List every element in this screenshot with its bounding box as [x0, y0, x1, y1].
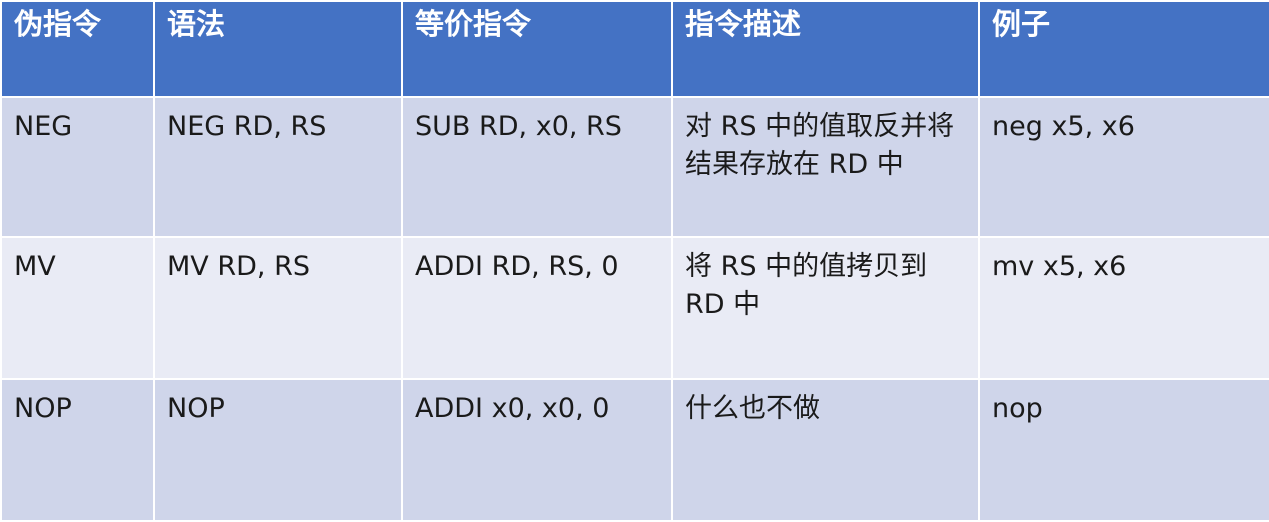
cell-syntax: MV RD, RS: [153, 236, 403, 380]
header-pseudo-instruction: 伪指令: [0, 0, 155, 98]
table-row: NEG NEG RD, RS SUB RD, x0, RS 对 RS 中的值取反…: [0, 96, 1269, 238]
table-row: MV MV RD, RS ADDI RD, RS, 0 将 RS 中的值拷贝到 …: [0, 236, 1269, 380]
cell-description: 对 RS 中的值取反并将结果存放在 RD 中: [671, 96, 980, 238]
cell-example: neg x5, x6: [978, 96, 1269, 238]
cell-equivalent: SUB RD, x0, RS: [401, 96, 673, 238]
table-row: NOP NOP ADDI x0, x0, 0 什么也不做 nop: [0, 378, 1269, 522]
header-syntax: 语法: [153, 0, 403, 98]
cell-syntax: NOP: [153, 378, 403, 522]
cell-description: 什么也不做: [671, 378, 980, 522]
cell-syntax: NEG RD, RS: [153, 96, 403, 238]
cell-description: 将 RS 中的值拷贝到 RD 中: [671, 236, 980, 380]
cell-equivalent: ADDI RD, RS, 0: [401, 236, 673, 380]
header-example: 例子: [978, 0, 1269, 98]
cell-pseudo: MV: [0, 236, 155, 380]
cell-pseudo: NOP: [0, 378, 155, 522]
header-row: 伪指令 语法 等价指令 指令描述 例子: [0, 0, 1269, 98]
cell-equivalent: ADDI x0, x0, 0: [401, 378, 673, 522]
cell-example: nop: [978, 378, 1269, 522]
pseudo-instruction-table: 伪指令 语法 等价指令 指令描述 例子 NEG NEG RD, RS SUB R…: [0, 0, 1269, 522]
header-equivalent-instruction: 等价指令: [401, 0, 673, 98]
header-description: 指令描述: [671, 0, 980, 98]
cell-example: mv x5, x6: [978, 236, 1269, 380]
cell-pseudo: NEG: [0, 96, 155, 238]
